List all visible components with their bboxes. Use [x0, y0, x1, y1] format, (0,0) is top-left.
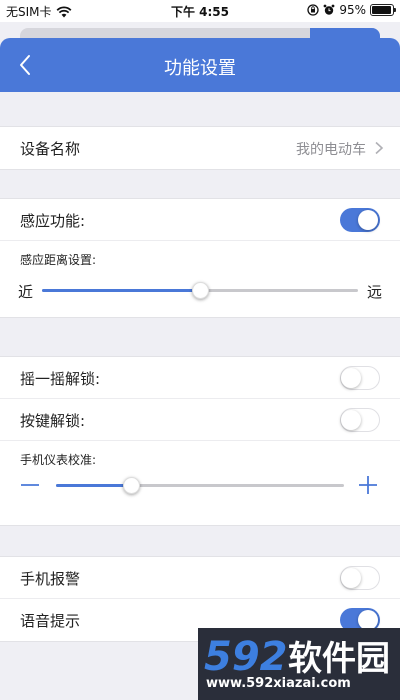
far-label: 远	[366, 283, 382, 301]
minus-icon[interactable]	[18, 473, 42, 497]
phone-alarm-toggle[interactable]	[340, 566, 380, 590]
sensing-feature-label: 感应功能:	[20, 212, 86, 230]
device-group: 设备名称 我的电动车	[0, 126, 400, 170]
slider-fill	[42, 289, 200, 292]
toggle-knob	[341, 367, 361, 388]
watermark-url: www.592xiazai.com	[206, 676, 351, 691]
sensing-feature-toggle[interactable]	[340, 208, 380, 232]
unlock-group: 摇一摇解锁: 按键解锁: 手机仪表校准:	[0, 356, 400, 526]
plus-icon[interactable]	[356, 473, 380, 497]
svg-text:软件园: 软件园	[288, 639, 390, 678]
sensing-distance-row: 感应距离设置: 近 远	[0, 241, 400, 317]
key-unlock-label: 按键解锁:	[20, 412, 86, 430]
device-name-row[interactable]: 设备名称 我的电动车	[0, 127, 400, 169]
status-right: 95%	[307, 3, 396, 17]
device-name-value: 我的电动车	[296, 142, 366, 158]
slider-thumb[interactable]	[122, 477, 140, 494]
toggle-knob	[341, 567, 361, 588]
key-unlock-toggle[interactable]	[340, 408, 380, 432]
sensing-distance-label: 感应距离设置:	[20, 253, 97, 267]
toggle-knob	[358, 610, 378, 630]
battery-icon	[370, 4, 396, 16]
shake-unlock-row: 摇一摇解锁:	[0, 357, 400, 399]
voice-prompt-label: 语音提示	[20, 612, 81, 630]
shake-unlock-label: 摇一摇解锁:	[20, 370, 101, 388]
watermark-brand-logo: 592 软件园	[204, 634, 390, 678]
navigation-bar: 功能设置	[0, 38, 400, 92]
phone-alarm-row: 手机报警	[0, 557, 400, 599]
battery-percent: 95%	[339, 3, 366, 17]
alarm-icon	[323, 4, 335, 15]
slider-fill	[56, 484, 131, 487]
svg-text:592: 592	[204, 634, 288, 678]
orientation-lock-icon	[307, 4, 319, 16]
sensing-group: 感应功能: 感应距离设置: 近 远	[0, 198, 400, 318]
key-unlock-row: 按键解锁:	[0, 399, 400, 441]
calibration-row: 手机仪表校准:	[0, 441, 400, 525]
page-title: 功能设置	[164, 58, 236, 79]
calibration-slider[interactable]	[56, 477, 344, 494]
near-label: 近	[18, 283, 34, 301]
toggle-knob	[341, 409, 361, 430]
chevron-right-icon	[375, 141, 384, 155]
toggle-knob	[358, 210, 378, 230]
shake-unlock-toggle[interactable]	[340, 366, 380, 390]
sensing-distance-slider[interactable]	[42, 282, 358, 299]
phone-alarm-label: 手机报警	[20, 570, 81, 588]
calibration-label: 手机仪表校准:	[20, 453, 97, 467]
watermark-logo: 592 软件园 www.592xiazai.com	[198, 628, 400, 700]
sensing-feature-row: 感应功能:	[0, 199, 400, 241]
status-bar: 无SIM卡 下午 4:55 95%	[0, 0, 400, 22]
battery-fill	[372, 6, 391, 14]
device-name-label: 设备名称	[20, 140, 81, 158]
slider-thumb[interactable]	[192, 282, 209, 299]
